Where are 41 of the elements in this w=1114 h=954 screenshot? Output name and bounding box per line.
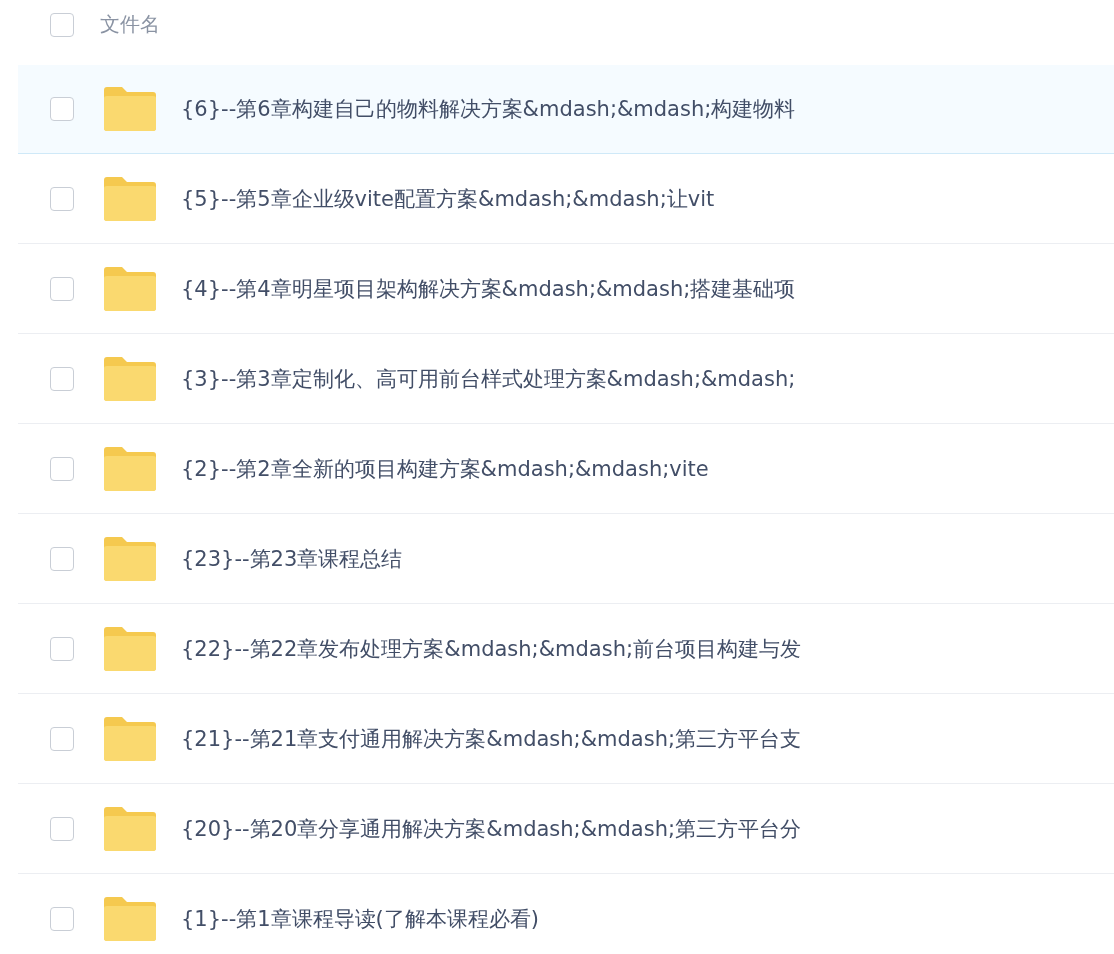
folder-icon [104,896,156,941]
folder-icon [104,87,156,131]
select-all-checkbox[interactable] [50,12,74,37]
folder-name[interactable]: {22}--第22章发布处理方案&mdash;&mdash;前台项目构建与发 [181,634,802,663]
row-checkbox[interactable] [50,816,74,841]
row-checkbox[interactable] [50,366,74,391]
file-row[interactable]: {23}--第23章课程总结 [18,514,1114,604]
folder-icon [104,446,156,491]
folder-name[interactable]: {4}--第4章明星项目架构解决方案&mdash;&mdash;搭建基础项 [181,274,796,303]
folder-name[interactable]: {20}--第20章分享通用解决方案&mdash;&mdash;第三方平台分 [181,814,802,843]
file-row[interactable]: {20}--第20章分享通用解决方案&mdash;&mdash;第三方平台分 [18,784,1114,874]
folder-name[interactable]: {6}--第6章构建自己的物料解决方案&mdash;&mdash;构建物料 [181,95,796,123]
row-checkbox[interactable] [50,276,74,301]
file-row[interactable]: {3}--第3章定制化、高可用前台样式处理方案&mdash;&mdash; [18,334,1114,424]
row-checkbox[interactable] [50,456,74,481]
folder-icon [104,626,156,671]
folder-icon [104,806,156,851]
row-checkbox[interactable] [50,906,74,931]
folder-name[interactable]: {1}--第1章课程导读(了解本课程必看) [181,904,539,933]
file-row[interactable]: {21}--第21章支付通用解决方案&mdash;&mdash;第三方平台支 [18,694,1114,784]
file-row[interactable]: {4}--第4章明星项目架构解决方案&mdash;&mdash;搭建基础项 [18,244,1114,334]
file-row[interactable]: {22}--第22章发布处理方案&mdash;&mdash;前台项目构建与发 [18,604,1114,694]
folder-name[interactable]: {3}--第3章定制化、高可用前台样式处理方案&mdash;&mdash; [181,364,796,393]
folder-icon [104,356,156,401]
folder-icon [104,176,156,221]
folder-icon [104,536,156,581]
folder-icon [104,716,156,761]
row-checkbox[interactable] [50,726,74,751]
row-checkbox[interactable] [50,546,74,571]
folder-name[interactable]: {5}--第5章企业级vite配置方案&mdash;&mdash;让vit [181,184,715,213]
row-checkbox[interactable] [50,186,74,211]
file-row[interactable]: {2}--第2章全新的项目构建方案&mdash;&mdash;vite [18,424,1114,514]
file-row[interactable]: {6}--第6章构建自己的物料解决方案&mdash;&mdash;构建物料 [18,65,1114,154]
file-row[interactable]: {1}--第1章课程导读(了解本课程必看) [18,874,1114,954]
folder-name[interactable]: {2}--第2章全新的项目构建方案&mdash;&mdash;vite [181,454,709,483]
row-checkbox[interactable] [50,97,74,121]
file-row[interactable]: {5}--第5章企业级vite配置方案&mdash;&mdash;让vit [18,154,1114,244]
folder-icon [104,266,156,311]
folder-name[interactable]: {23}--第23章课程总结 [181,544,403,573]
row-checkbox[interactable] [50,636,74,661]
folder-name[interactable]: {21}--第21章支付通用解决方案&mdash;&mdash;第三方平台支 [181,724,802,753]
